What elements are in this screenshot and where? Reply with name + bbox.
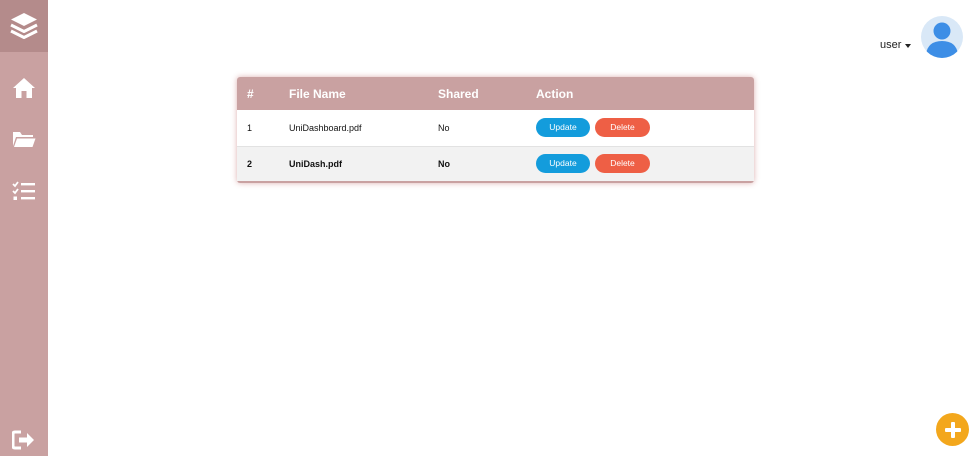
column-header-file-name: File Name [289, 86, 346, 101]
table-row: 2 UniDash.pdf No Update Delete [237, 146, 754, 182]
files-table-card: # File Name Shared Action 1 UniDashboard… [237, 77, 754, 183]
sidebar-logo[interactable] [0, 0, 48, 52]
file-name-cell: UniDashboard.pdf [289, 122, 362, 133]
sidebar [0, 0, 48, 456]
home-icon [13, 78, 35, 98]
row-number: 2 [247, 158, 253, 169]
layers-icon [10, 13, 38, 39]
folder-open-icon [13, 132, 36, 147]
row-number: 1 [247, 122, 253, 133]
sidebar-item-files[interactable] [0, 119, 48, 159]
shared-cell: No [438, 158, 450, 169]
column-header-shared: Shared [438, 86, 479, 101]
user-menu[interactable]: user [880, 39, 912, 51]
table-header-row: # File Name Shared Action [237, 77, 754, 110]
table-row: 1 UniDashboard.pdf No Update Delete [237, 110, 754, 146]
user-name: user [880, 39, 902, 51]
file-name-cell: UniDash.pdf [289, 158, 342, 169]
files-table: # File Name Shared Action 1 UniDashboard… [237, 77, 754, 183]
app-root: user # File Name Shared Action 1 UniDash… [0, 0, 975, 456]
caret-down-icon [905, 44, 912, 48]
tasks-icon [12, 181, 35, 200]
sidebar-item-logout[interactable] [0, 420, 48, 456]
update-button[interactable]: Update [536, 154, 590, 174]
column-header-number: # [247, 86, 254, 101]
update-button[interactable]: Update [536, 118, 590, 138]
delete-button[interactable]: Delete [595, 154, 650, 174]
plus-icon [944, 421, 961, 438]
user-avatar-icon [926, 22, 958, 58]
delete-button[interactable]: Delete [595, 118, 650, 138]
sidebar-item-home[interactable] [0, 68, 48, 108]
avatar[interactable] [921, 16, 963, 58]
action-cell: Update Delete [536, 110, 754, 146]
action-cell: Update Delete [536, 146, 754, 182]
shared-cell: No [438, 122, 450, 133]
add-file-button[interactable] [936, 413, 969, 446]
column-header-action: Action [536, 86, 574, 101]
sidebar-item-tasks[interactable] [0, 171, 48, 211]
logout-icon [12, 430, 34, 450]
